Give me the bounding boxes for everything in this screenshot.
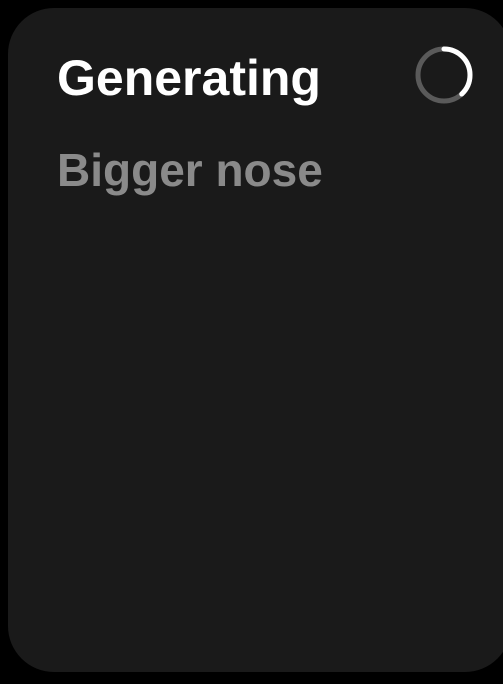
generation-status-card: Generating Bigger nose [8, 8, 503, 672]
status-title: Generating [57, 50, 321, 106]
loading-spinner-icon [415, 46, 473, 104]
prompt-text: Bigger nose [57, 144, 323, 196]
